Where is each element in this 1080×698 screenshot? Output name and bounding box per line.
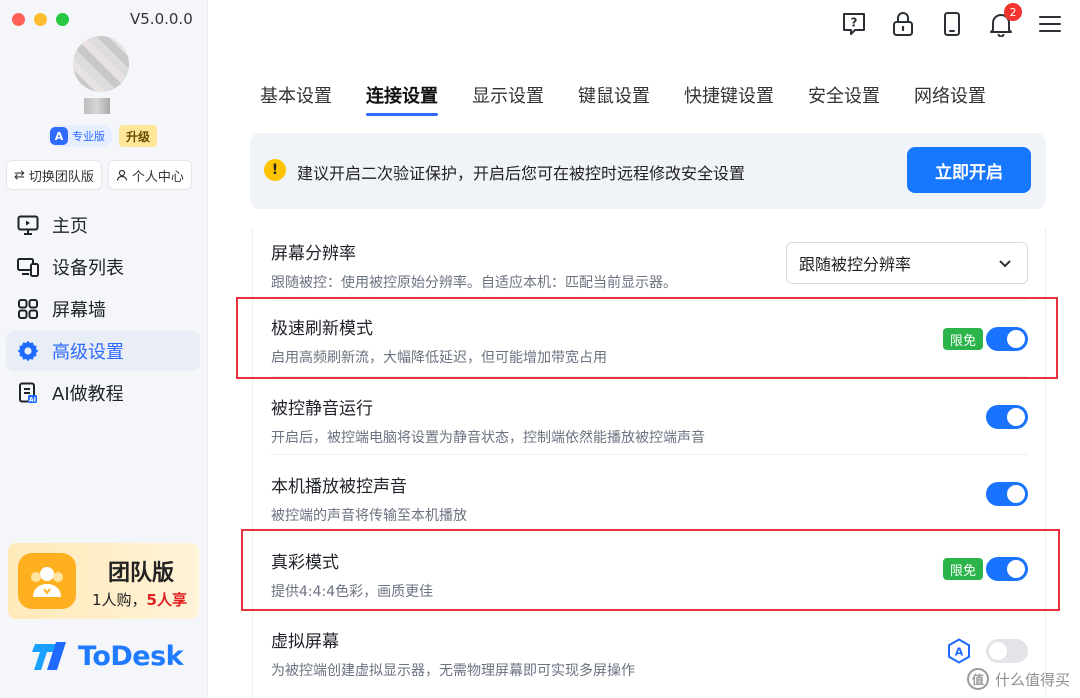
setting-row-mute-controlled: 被控静音运行 开启后，被控端电脑将设置为静音状态，控制端依然能播放被控端声音 <box>271 394 1027 447</box>
account-actions: ⇄ 切换团队版 个人中心 <box>6 160 192 190</box>
setting-row-virtual-screen: 虚拟屏幕 为被控端创建虚拟显示器，无需物理屏幕即可实现多屏操作 <box>271 627 1027 680</box>
promo-subtitle: 1人购，5人享 <box>92 589 187 610</box>
warning-icon: ! <box>264 159 286 181</box>
tab-connection[interactable]: 连接设置 <box>366 82 438 116</box>
version-label: V5.0.0.0 <box>130 10 193 28</box>
svg-text:A: A <box>955 646 964 659</box>
svg-text:?: ? <box>851 16 858 30</box>
chevron-down-icon <box>999 260 1011 268</box>
sidebar-item-advanced-settings[interactable]: 高级设置 <box>6 331 200 371</box>
doc-ai-icon: AI <box>19 382 37 403</box>
sidebar-item-ai-tutorial[interactable]: AI AI做教程 <box>6 373 200 413</box>
lock-icon <box>893 12 913 36</box>
virtual-screen-toggle[interactable] <box>986 639 1028 663</box>
enable-now-button[interactable]: 立即开启 <box>907 147 1031 193</box>
personal-center-label: 个人中心 <box>131 169 184 185</box>
swap-icon: ⇄ <box>14 167 25 183</box>
hamburger-menu-icon <box>1039 16 1061 32</box>
highlight-box <box>241 529 1060 611</box>
banner-text: 建议开启二次验证保护，开启后您可在被控时远程修改安全设置 <box>297 164 746 183</box>
phone-icon <box>944 12 960 36</box>
todesk-logo-icon <box>32 642 66 670</box>
person-icon <box>116 169 128 181</box>
setting-desc: 开启后，被控端电脑将设置为静音状态，控制端依然能播放被控端声音 <box>271 430 705 446</box>
setting-desc: 被控端的声音将传输至本机播放 <box>271 508 467 524</box>
setting-desc: 为被控端创建虚拟显示器，无需物理屏幕即可实现多屏操作 <box>271 663 635 679</box>
sidebar-item-label: 设备列表 <box>52 258 124 279</box>
notification-count-badge: 2 <box>1004 3 1022 21</box>
highlight-box <box>236 297 1058 379</box>
team-edition-promo[interactable]: 团队版 1人购，5人享 <box>8 543 199 619</box>
watermark-text: 什么值得买 <box>994 670 1070 689</box>
watermark-logo: 值 <box>966 668 989 690</box>
grid-icon <box>18 299 38 319</box>
promo-title: 团队版 <box>108 561 175 586</box>
notifications-button[interactable]: 2 <box>985 3 1022 40</box>
upgrade-button[interactable]: 升级 <box>119 125 158 147</box>
tab-display[interactable]: 显示设置 <box>472 82 544 116</box>
setting-title: 虚拟屏幕 <box>271 632 339 652</box>
promo-sub-highlight: 5人享 <box>146 591 187 609</box>
minimize-window-button[interactable] <box>34 13 47 26</box>
devices-icon <box>17 258 39 277</box>
sidebar-item-devices[interactable]: 设备列表 <box>6 247 200 287</box>
setting-title: 被控静音运行 <box>271 399 373 419</box>
svg-text:AI: AI <box>29 396 36 403</box>
setting-title: 本机播放被控声音 <box>271 477 407 497</box>
mobile-button[interactable] <box>936 8 968 40</box>
setting-row-local-audio: 本机播放被控声音 被控端的声音将传输至本机播放 <box>271 472 1027 525</box>
sidebar-nav: 主页 设备列表 屏幕墙 高级设置 AI AI做教程 <box>6 205 200 415</box>
promo-sub-prefix: 1人购， <box>92 591 147 609</box>
todesk-logo: ToDesk <box>30 638 184 674</box>
sidebar-item-label: 屏幕墙 <box>52 300 106 321</box>
switch-team-label: 切换团队版 <box>28 169 94 185</box>
help-chat-icon: ? <box>843 13 865 35</box>
menu-button[interactable] <box>1034 8 1066 40</box>
help-button[interactable]: ? <box>838 8 870 40</box>
tab-security[interactable]: 安全设置 <box>808 82 880 116</box>
pro-a-icon: A <box>50 127 68 145</box>
gear-icon <box>17 340 39 362</box>
local-audio-toggle[interactable] <box>986 482 1028 506</box>
switch-team-button[interactable]: ⇄ 切换团队版 <box>6 160 102 190</box>
window-controls <box>12 13 69 26</box>
close-window-button[interactable] <box>12 13 25 26</box>
team-icon <box>18 553 76 609</box>
edition-badge-label: 专业版 <box>72 130 105 143</box>
mute-controlled-toggle[interactable] <box>986 405 1028 429</box>
personal-center-button[interactable]: 个人中心 <box>107 160 192 190</box>
monitor-icon <box>17 215 39 235</box>
sidebar-item-label: 高级设置 <box>52 342 124 363</box>
maximize-window-button[interactable] <box>56 13 69 26</box>
edition-badge: A 专业版 <box>48 125 113 147</box>
avatar[interactable] <box>73 36 129 92</box>
tab-basic[interactable]: 基本设置 <box>260 82 332 116</box>
sidebar-item-screen-wall[interactable]: 屏幕墙 <box>6 289 200 329</box>
divider <box>271 454 1027 455</box>
tab-keyboard-mouse[interactable]: 键鼠设置 <box>578 82 650 116</box>
sidebar-item-home[interactable]: 主页 <box>6 205 200 245</box>
settings-tabs: 基本设置 连接设置 显示设置 键鼠设置 快捷键设置 安全设置 网络设置 <box>260 82 1020 116</box>
logo-text: ToDesk <box>78 640 184 672</box>
lock-button[interactable] <box>887 8 919 40</box>
sidebar-item-label: 主页 <box>52 216 88 237</box>
account-badges: A 专业版 升级 <box>48 125 158 147</box>
tab-network[interactable]: 网络设置 <box>914 82 986 116</box>
pro-a-icon: A <box>948 638 970 664</box>
security-banner: ! 建议开启二次验证保护，开启后您可在被控时远程修改安全设置 立即开启 <box>250 133 1046 209</box>
sidebar-item-label: AI做教程 <box>52 384 124 405</box>
header-toolbar: ? 2 <box>838 3 1080 40</box>
sidebar: V5.0.0.0 A 专业版 升级 ⇄ 切换团队版 个人中心 主页 设备列表 屏 <box>0 0 208 698</box>
watermark: 值 什么值得买 <box>966 668 1070 690</box>
resolution-select[interactable]: 跟随被控分辨率 <box>786 242 1028 284</box>
tab-shortcuts[interactable]: 快捷键设置 <box>684 82 774 116</box>
resolution-select-value: 跟随被控分辨率 <box>799 255 912 274</box>
account-name-redacted <box>84 98 110 114</box>
